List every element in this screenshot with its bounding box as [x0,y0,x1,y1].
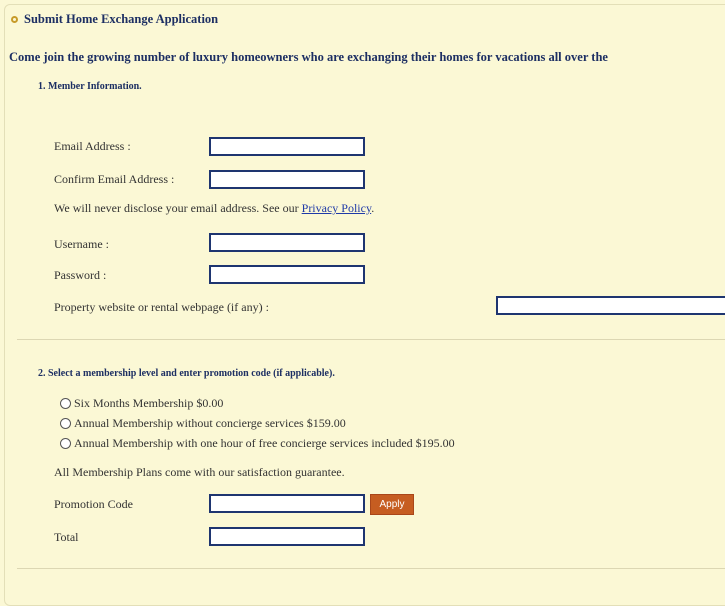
option-label: Annual Membership with one hour of free … [74,436,455,450]
privacy-note-text: We will never disclose your email addres… [54,201,302,215]
membership-option-annual[interactable]: Annual Membership without concierge serv… [60,416,346,431]
section-membership-title: 2. Select a membership level and enter p… [38,368,335,379]
privacy-note: We will never disclose your email addres… [54,201,374,216]
radio-button[interactable] [60,398,71,409]
username-field[interactable] [209,233,365,252]
section-member-info-title: 1. Member Information. [38,81,142,92]
apply-button[interactable]: Apply [370,494,414,515]
membership-option-annual-concierge[interactable]: Annual Membership with one hour of free … [60,436,455,451]
page-title: Submit Home Exchange Application [24,12,219,26]
option-label: Six Months Membership $0.00 [74,396,224,410]
password-field[interactable] [209,265,365,284]
promo-code-label: Promotion Code [54,497,134,511]
membership-option-six-months[interactable]: Six Months Membership $0.00 [60,396,223,411]
email-field[interactable] [209,137,365,156]
website-label: Property website or rental webpage (if a… [54,300,269,314]
section-divider [17,339,725,340]
website-field[interactable] [496,296,725,315]
radio-button[interactable] [60,418,71,429]
bullet-icon [11,16,18,23]
option-label: Annual Membership without concierge serv… [74,416,346,430]
privacy-policy-link[interactable]: Privacy Policy [302,201,372,215]
total-label: Total [54,530,79,544]
section-divider [17,568,725,569]
guarantee-text: All Membership Plans come with our satis… [54,465,345,479]
username-label: Username : [54,237,109,251]
promo-code-field[interactable] [209,494,365,513]
confirm-email-field[interactable] [209,170,365,189]
confirm-email-label: Confirm Email Address : [54,172,175,186]
password-label: Password : [54,268,107,282]
privacy-note-end: . [371,201,375,215]
intro-text: Come join the growing number of luxury h… [9,50,608,64]
email-label: Email Address : [54,139,131,153]
radio-button[interactable] [60,438,71,449]
page-header: Submit Home Exchange Application [11,12,218,27]
total-field[interactable] [209,527,365,546]
